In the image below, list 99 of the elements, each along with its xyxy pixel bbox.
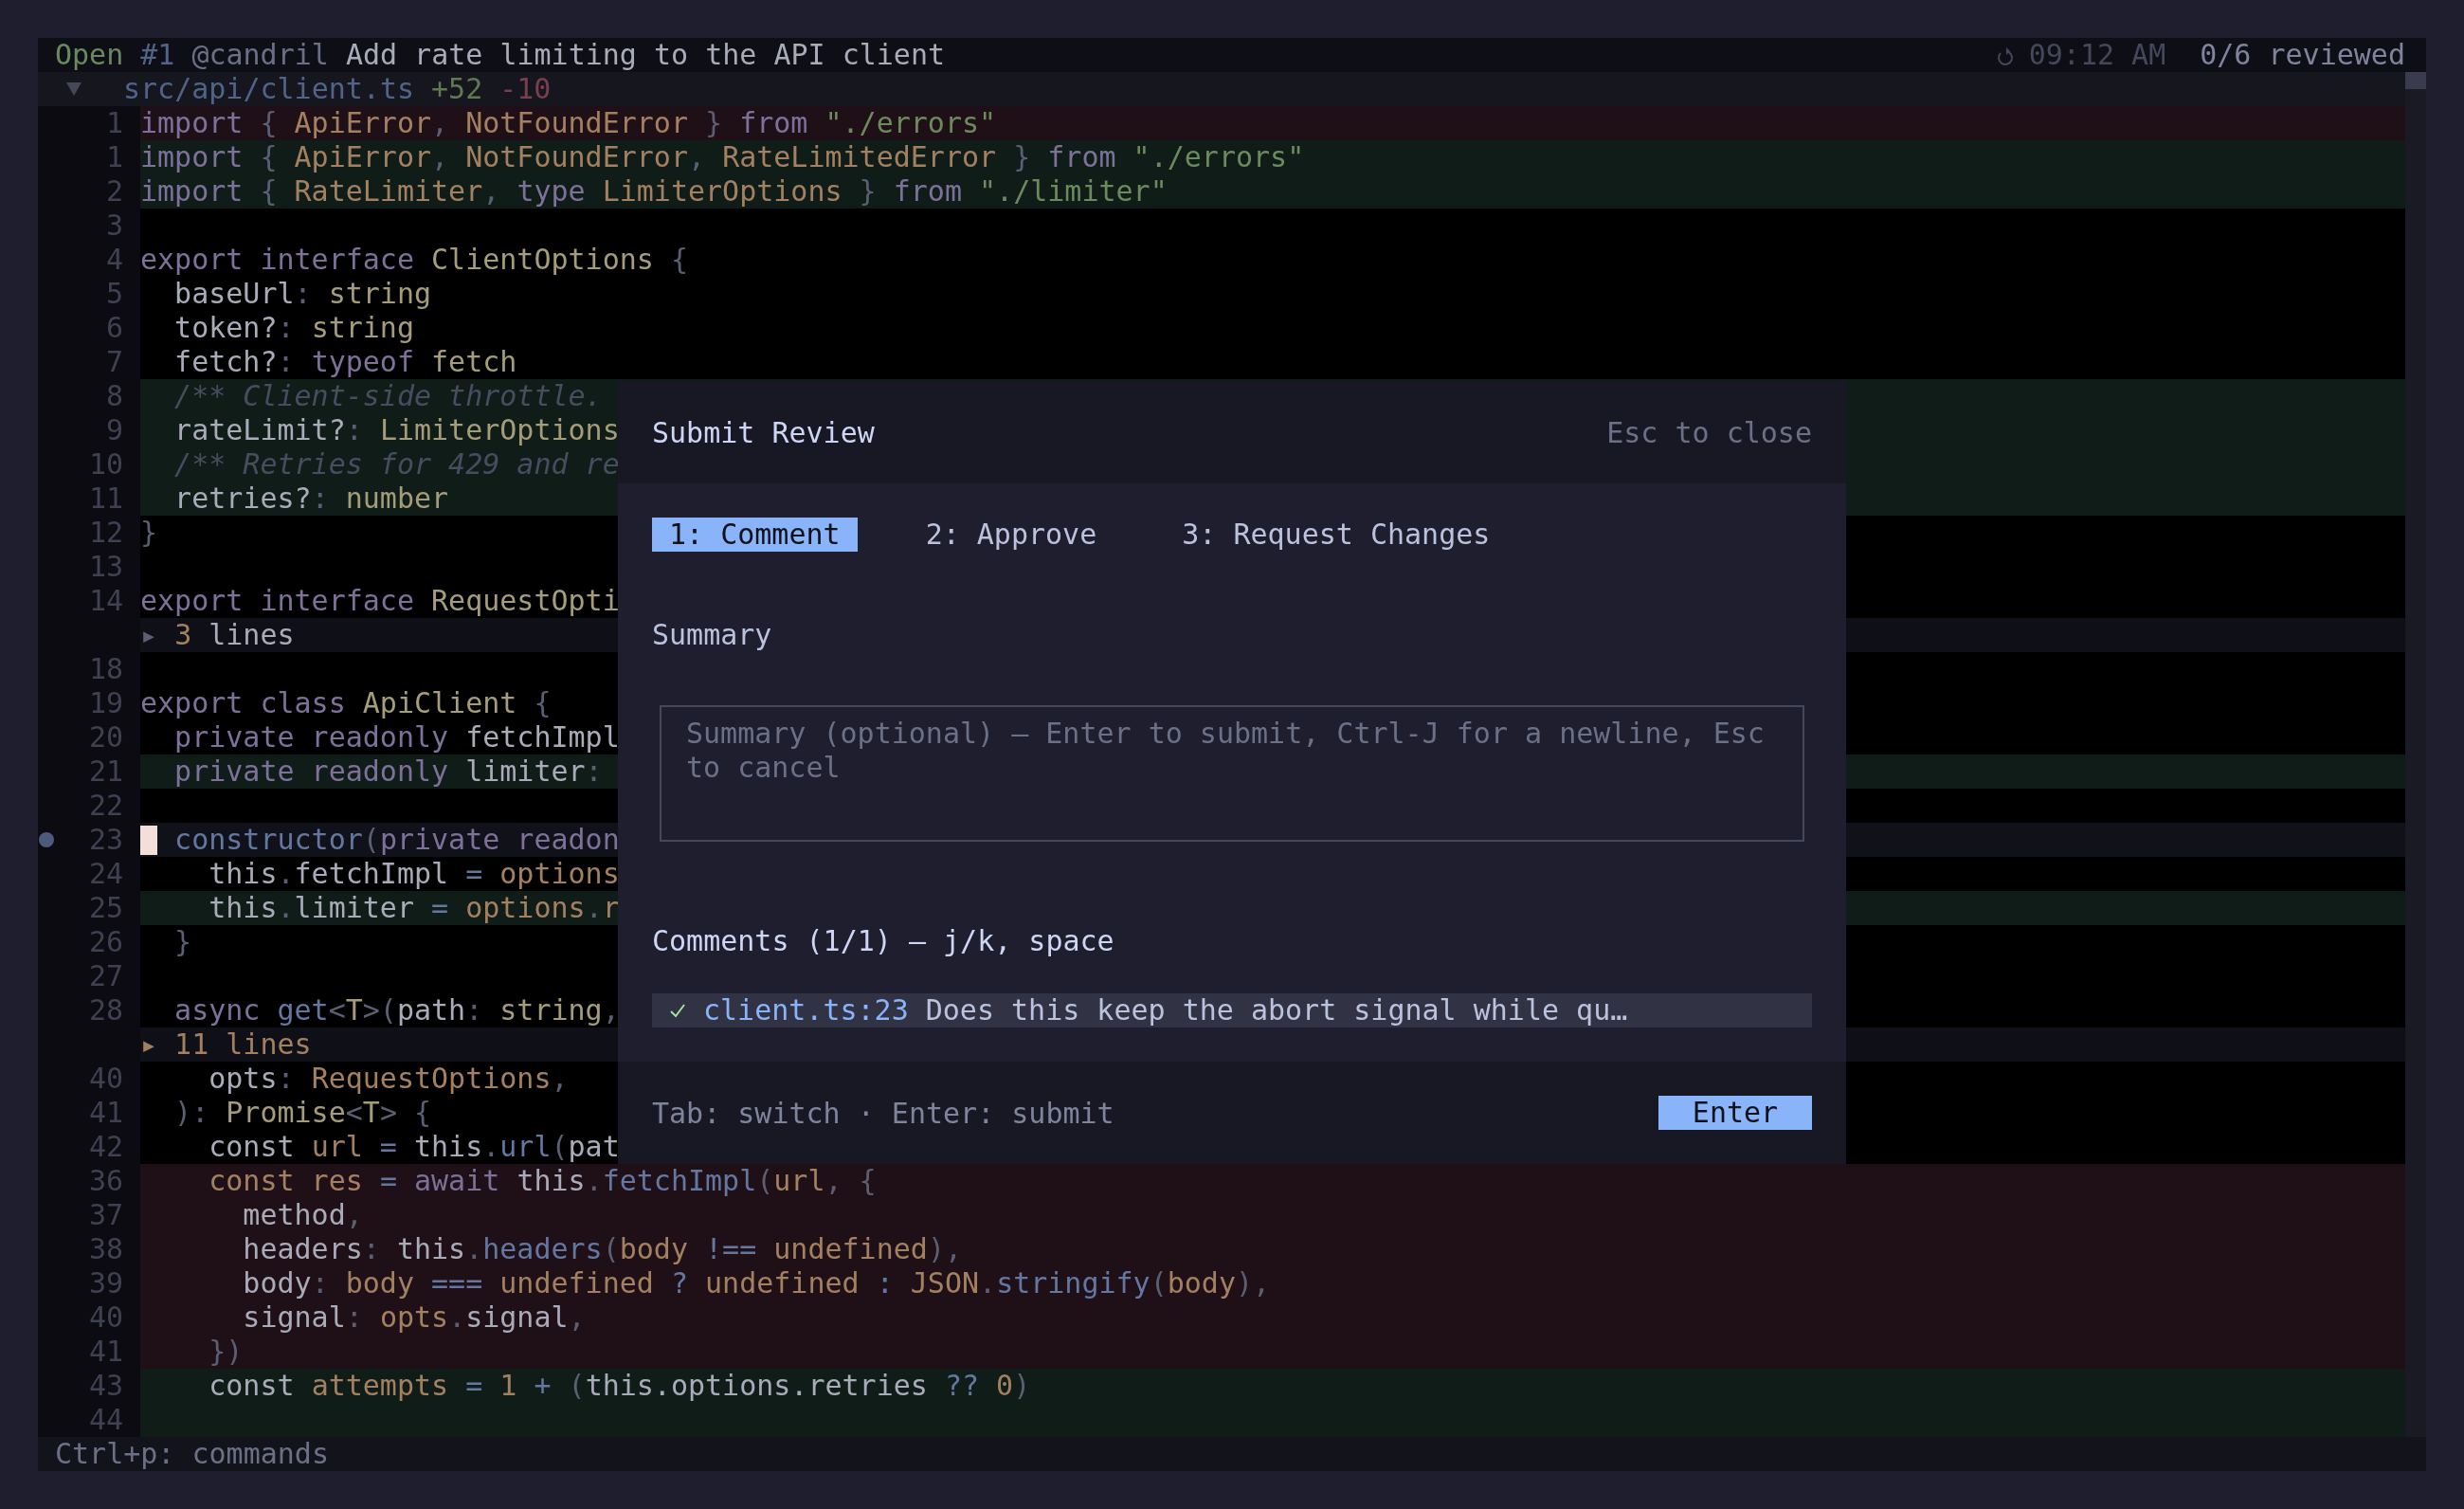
line-number: 19: [88, 686, 123, 719]
code-text: retries?: number: [173, 482, 449, 515]
code-text: token?: string: [173, 311, 414, 344]
file-header[interactable]: src/api/client.ts +52 -10: [38, 72, 2405, 106]
code-text: import { ApiError, NotFoundError } from "./errors": [140, 106, 997, 139]
code-text: }: [173, 925, 192, 958]
comment-location[interactable]: client.ts:23: [703, 993, 909, 1027]
line-number: 21: [88, 754, 123, 788]
code-text: ): Promise<T> {: [173, 1096, 432, 1129]
code-text: constructor(private readon: [173, 823, 620, 856]
additions-count: +52: [431, 72, 483, 106]
line-number: 14: [88, 584, 123, 617]
line-number: 1: [105, 140, 123, 173]
code-text: rateLimit?: LimiterOptions: [173, 413, 620, 446]
code-text: this.fetchImpl = options: [208, 857, 620, 890]
file-path: src/api/client.ts: [123, 72, 415, 106]
code-text: this.limiter = options.r: [208, 891, 620, 924]
deletions-count: -10: [499, 72, 552, 106]
line-number: 36: [88, 1164, 123, 1197]
scrollbar[interactable]: [2405, 72, 2426, 1437]
line-number: 41: [88, 1335, 123, 1368]
scrollbar-thumb[interactable]: [2405, 72, 2426, 89]
line-number: 1: [105, 106, 123, 139]
code-text: export interface RequestOpti: [140, 584, 620, 617]
line-number: 42: [88, 1130, 123, 1163]
line-number: 6: [105, 311, 123, 344]
line-number: 22: [88, 789, 123, 822]
review-type-tab[interactable]: 3: Request Changes: [1165, 518, 1508, 552]
code-text: method,: [242, 1198, 363, 1231]
code-text: }): [208, 1335, 244, 1368]
pr-title: Add rate limiting to the API client: [345, 38, 946, 72]
line-number: 13: [88, 550, 123, 583]
code-text: fetch?: typeof fetch: [173, 345, 517, 378]
review-type-tab[interactable]: 2: Approve: [908, 518, 1114, 552]
refresh-icon: [1996, 47, 2016, 68]
line-number: 23: [88, 823, 123, 856]
dialog-title: Submit Review: [652, 414, 875, 451]
line-number: 8: [105, 379, 123, 412]
code-text: const attempts = 1 + (this.options.retries ?? 0): [208, 1369, 1031, 1402]
line-number: 25: [88, 891, 123, 924]
summary-field[interactable]: Summary (optional) — Enter to submit, Ctrl-J for a newline, Esc to cancel: [660, 705, 1804, 842]
line-number: 12: [88, 516, 123, 549]
line-number: 44: [88, 1403, 123, 1436]
line-number: 11: [88, 482, 123, 515]
line-number: 41: [88, 1096, 123, 1129]
code-text: async get<T>(path: string,: [173, 993, 620, 1027]
code-text: body: body === undefined ? undefined : JSON.stringify(body),: [242, 1266, 1271, 1300]
line-number: 39: [88, 1266, 123, 1300]
code-text: /** Retries for 429 and re: [173, 447, 620, 481]
line-number: 7: [105, 345, 123, 378]
line-number: 2: [105, 174, 123, 208]
comment-text: Does this keep the abort signal while qu…: [925, 993, 1628, 1027]
line-number: 28: [88, 993, 123, 1027]
summary-label: Summary: [652, 618, 772, 652]
code-text: }: [140, 516, 158, 549]
line-number: 40: [88, 1062, 123, 1095]
review-type-tab[interactable]: 1: Comment: [652, 518, 858, 552]
code-text: const res = await this.fetchImpl(url, {: [208, 1164, 877, 1197]
comment-row[interactable]: client.ts:23 Does this keep the abort signal while qu…: [652, 993, 1812, 1027]
code-text: export class ApiClient {: [140, 686, 552, 719]
pr-author: @candril: [191, 38, 329, 72]
line-number: 26: [88, 925, 123, 958]
line-number: 40: [88, 1300, 123, 1334]
command-hint: Ctrl+p: commands: [55, 1437, 329, 1471]
fold-label[interactable]: ▸ 3 lines: [140, 618, 295, 651]
comments-label: Comments (1/1) — j/k, space: [652, 924, 1114, 958]
code-text: import { ApiError, NotFoundError, RateLimitedError } from "./errors": [140, 140, 1305, 173]
line-number: 4: [105, 243, 123, 276]
code-text: signal: opts.signal,: [242, 1300, 586, 1334]
line-number: 24: [88, 857, 123, 890]
code-text: private readonly limiter:: [173, 754, 603, 788]
sync-time: 09:12 AM: [2028, 38, 2166, 72]
line-number: 18: [88, 652, 123, 685]
pr-status: Open: [55, 38, 124, 72]
line-number: 10: [88, 447, 123, 481]
line-number: 3: [105, 209, 123, 242]
check-icon[interactable]: [669, 1002, 686, 1019]
line-number: 43: [88, 1369, 123, 1402]
code-text: import { RateLimiter, type LimiterOptions } from "./limiter": [140, 174, 1168, 208]
line-number: 38: [88, 1232, 123, 1265]
fold-label[interactable]: ▸ 11 lines: [140, 1027, 312, 1061]
pr-number: #1: [140, 38, 175, 72]
code-text: opts: RequestOptions,: [208, 1062, 569, 1095]
code-text: /** Client-side throttle.: [173, 379, 603, 412]
line-number: 27: [88, 959, 123, 992]
footer-hint: Tab: switch · Enter: submit: [652, 1095, 1114, 1132]
code-text: baseUrl: string: [173, 277, 432, 310]
line-number: 37: [88, 1198, 123, 1231]
submit-button[interactable]: Enter: [1658, 1096, 1812, 1130]
reviewed-count: 0/6 reviewed: [2200, 38, 2405, 72]
code-text: private readonly fetchImpl: [173, 720, 620, 754]
line-number: 20: [88, 720, 123, 754]
caret-icon[interactable]: [66, 82, 82, 96]
code-text: const url = this.url(pat: [208, 1130, 620, 1163]
close-hint: Esc to close: [1606, 414, 1812, 451]
code-text: export interface ClientOptions {: [140, 243, 688, 276]
line-number: 5: [105, 277, 123, 310]
code-text: headers: this.headers(body !== undefined),: [242, 1232, 962, 1265]
line-number: 9: [105, 413, 123, 446]
